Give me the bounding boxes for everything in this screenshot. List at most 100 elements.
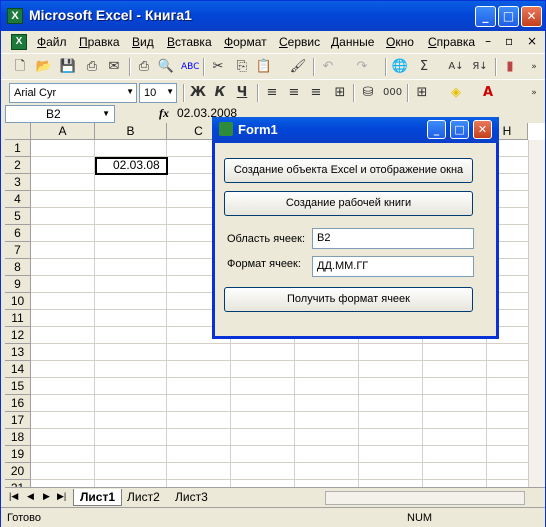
row-header[interactable]: 14	[5, 361, 31, 378]
menu-insert[interactable]: Вставка	[167, 35, 212, 49]
spelling-icon[interactable]: ABC	[181, 58, 199, 76]
form-minimize-button[interactable]: _	[427, 120, 446, 139]
column-header-b[interactable]: B	[95, 123, 167, 140]
formatting-toolbar: Arial Cyr ▼ 10 ▼ Ж К Ч ≡ ≡ ≡ ⊞ ⛁ 000 ⊞ ◈…	[1, 79, 545, 105]
row-header[interactable]: 12	[5, 327, 31, 344]
prev-sheet-icon[interactable]: ◀	[27, 491, 34, 502]
row-header[interactable]: 6	[5, 225, 31, 242]
fill-color-icon[interactable]: ◈	[447, 84, 465, 102]
font-name-select[interactable]: Arial Cyr ▼	[9, 83, 137, 103]
undo-icon[interactable]: ↶	[319, 58, 337, 76]
form-maximize-button[interactable]: □	[450, 120, 469, 139]
menu-window[interactable]: Окно	[386, 35, 414, 49]
maximize-button[interactable]: □	[498, 6, 519, 27]
row-header[interactable]: 9	[5, 276, 31, 293]
number-format-button[interactable]: 000	[383, 84, 402, 102]
open-icon[interactable]: 📂	[35, 58, 53, 76]
mdi-close-button[interactable]: ×	[527, 34, 537, 48]
italic-button[interactable]: К	[211, 84, 229, 102]
sort-descending-icon[interactable]: Я↓	[471, 58, 489, 76]
font-color-icon[interactable]: A	[479, 84, 497, 102]
form-close-button[interactable]: ✕	[473, 120, 492, 139]
sheet-tab-2[interactable]: Лист2	[121, 489, 166, 505]
minimize-button[interactable]: _	[475, 6, 496, 27]
first-sheet-icon[interactable]: |◀	[9, 491, 18, 502]
autosum-icon[interactable]: Σ	[415, 58, 433, 76]
sheet-tab-1[interactable]: Лист1	[73, 489, 123, 506]
row-header[interactable]: 3	[5, 174, 31, 191]
name-box[interactable]: B2 ▼	[5, 105, 115, 123]
redo-icon[interactable]: ↷	[353, 58, 371, 76]
bold-button[interactable]: Ж	[189, 84, 207, 102]
row-header[interactable]: 17	[5, 412, 31, 429]
row-header[interactable]: 16	[5, 395, 31, 412]
row-header[interactable]: 7	[5, 242, 31, 259]
get-format-button[interactable]: Получить формат ячеек	[224, 287, 473, 312]
row-header[interactable]: 20	[5, 463, 31, 480]
column-header-a[interactable]: A	[31, 123, 95, 140]
last-sheet-icon[interactable]: ▶|	[57, 491, 66, 502]
menu-edit[interactable]: Правка	[79, 35, 120, 49]
next-sheet-icon[interactable]: ▶	[43, 491, 50, 502]
font-size-select[interactable]: 10 ▼	[139, 83, 177, 103]
excel-app-icon[interactable]: X	[7, 8, 23, 24]
row-header[interactable]: 21	[5, 480, 31, 487]
menu-format[interactable]: Формат	[224, 35, 267, 49]
row-header[interactable]: 19	[5, 446, 31, 463]
new-icon[interactable]: 🗋	[11, 58, 29, 76]
mdi-restore-button[interactable]: ▫	[505, 34, 513, 48]
row-header[interactable]: 4	[5, 191, 31, 208]
save-icon[interactable]: 💾	[59, 58, 77, 76]
align-left-icon[interactable]: ≡	[263, 84, 281, 102]
permission-icon[interactable]: ⎙	[83, 58, 101, 76]
chart-wizard-icon[interactable]: ▮	[501, 58, 519, 76]
row-header[interactable]: 1	[5, 140, 31, 157]
form1-title-bar[interactable]: Form1 _ □ ✕	[212, 117, 499, 143]
underline-button[interactable]: Ч	[233, 84, 251, 102]
hyperlink-icon[interactable]: 🌐	[391, 58, 409, 76]
merge-center-icon[interactable]: ⊞	[331, 84, 349, 102]
currency-icon[interactable]: ⛁	[359, 84, 377, 102]
select-all-corner[interactable]	[5, 123, 31, 140]
paste-icon[interactable]: 📋	[255, 58, 273, 76]
cut-icon[interactable]: ✂	[209, 58, 227, 76]
row-header[interactable]: 8	[5, 259, 31, 276]
horizontal-scrollbar[interactable]	[325, 491, 525, 505]
row-header[interactable]: 15	[5, 378, 31, 395]
row-header[interactable]: 10	[5, 293, 31, 310]
form-app-icon[interactable]	[219, 122, 233, 136]
vertical-scrollbar[interactable]	[528, 140, 545, 487]
format-input[interactable]: ДД.ММ.ГГ	[312, 256, 474, 277]
row-header[interactable]: 11	[5, 310, 31, 327]
toolbar-options-icon[interactable]: »	[525, 84, 543, 102]
mdi-minimize-button[interactable]: –	[485, 34, 491, 48]
excel-title-bar[interactable]: X Microsoft Excel - Книга1 _ □ ✕	[1, 1, 545, 31]
insert-function-icon[interactable]: fx	[159, 106, 169, 121]
row-header[interactable]: 18	[5, 429, 31, 446]
sheet-tab-3[interactable]: Лист3	[169, 489, 214, 505]
menu-file[interactable]: Файл	[37, 35, 67, 49]
format-painter-icon[interactable]: 🖌	[289, 58, 307, 76]
create-workbook-button[interactable]: Создание рабочей книги	[224, 191, 473, 216]
close-button[interactable]: ✕	[521, 6, 542, 27]
sort-ascending-icon[interactable]: A↓	[447, 58, 465, 76]
menu-data[interactable]: Данные	[331, 35, 374, 49]
row-header[interactable]: 5	[5, 208, 31, 225]
create-excel-button[interactable]: Создание объекта Excel и отображение окн…	[224, 158, 473, 183]
print-icon[interactable]: ⎙	[135, 58, 153, 76]
copy-icon[interactable]: ⎘	[233, 58, 251, 76]
email-icon[interactable]: ✉	[105, 58, 123, 76]
workbook-icon[interactable]: X	[11, 34, 27, 50]
align-center-icon[interactable]: ≡	[285, 84, 303, 102]
chevron-down-icon: ▼	[102, 109, 110, 118]
row-header[interactable]: 2	[5, 157, 31, 174]
menu-help[interactable]: Справка	[428, 35, 475, 49]
range-input[interactable]: B2	[312, 228, 474, 249]
align-right-icon[interactable]: ≡	[307, 84, 325, 102]
borders-icon[interactable]: ⊞	[413, 84, 431, 102]
menu-tools[interactable]: Сервис	[279, 35, 320, 49]
menu-view[interactable]: Вид	[132, 35, 154, 49]
print-preview-icon[interactable]: 🔍	[157, 58, 175, 76]
row-header[interactable]: 13	[5, 344, 31, 361]
toolbar-options-icon[interactable]: »	[525, 58, 543, 76]
